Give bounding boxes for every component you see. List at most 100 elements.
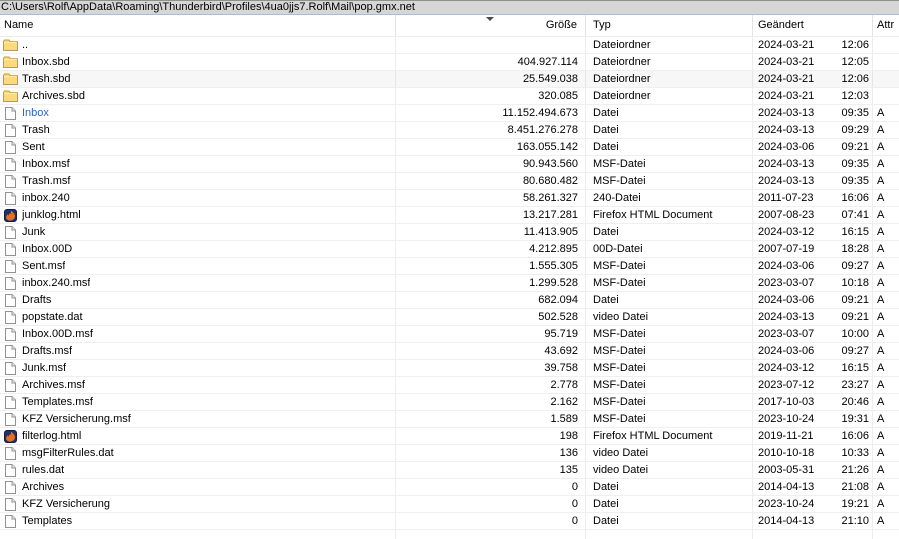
folder-icon bbox=[2, 39, 18, 51]
file-icon bbox=[4, 293, 16, 307]
file-name-cell: Templates.msf bbox=[0, 394, 396, 410]
file-row[interactable]: Drafts 682.094 Datei 2024-03-06 09:21 A bbox=[0, 292, 899, 309]
file-name-label: Drafts bbox=[22, 294, 52, 306]
file-modified-date: 2024-03-13 bbox=[758, 124, 815, 136]
file-modified-cell: 2007-07-19 18:28 bbox=[753, 241, 873, 257]
file-row[interactable]: Archives.msf 2.778 MSF-Datei 2023-07-12 … bbox=[0, 377, 899, 394]
file-name-cell: Inbox.sbd bbox=[0, 54, 396, 70]
column-header-name[interactable]: Name bbox=[0, 15, 396, 36]
file-icon bbox=[4, 327, 16, 341]
file-attr-cell bbox=[873, 54, 899, 70]
file-row[interactable]: Junk.msf 39.758 MSF-Datei 2024-03-12 16:… bbox=[0, 360, 899, 377]
file-row[interactable]: rules.dat 135 video Datei 2003-05-31 21:… bbox=[0, 462, 899, 479]
file-row[interactable]: Junk 11.413.905 Datei 2024-03-12 16:15 A bbox=[0, 224, 899, 241]
file-type-cell: Datei bbox=[593, 141, 619, 153]
file-modified-date: 2024-03-13 bbox=[758, 175, 815, 187]
file-modified-time: 10:33 bbox=[841, 447, 869, 459]
file-type-cell: Firefox HTML Document bbox=[593, 430, 713, 442]
file-modified-time: 16:06 bbox=[841, 192, 869, 204]
file-modified-date: 2023-10-24 bbox=[758, 413, 815, 425]
column-header-modified[interactable]: Geändert bbox=[753, 15, 873, 36]
file-size-cell: 25.549.038 bbox=[522, 73, 578, 85]
file-name-cell: Trash bbox=[0, 122, 396, 138]
file-modified-time: 16:15 bbox=[841, 226, 869, 238]
file-row[interactable]: Archives.sbd 320.085 Dateiordner 2024-03… bbox=[0, 88, 899, 105]
file-modified-date: 2024-03-06 bbox=[758, 141, 815, 153]
file-name-label: .. bbox=[22, 39, 29, 51]
file-row[interactable]: Inbox.sbd 404.927.114 Dateiordner 2024-0… bbox=[0, 54, 899, 71]
file-row[interactable]: filterlog.html 198 Firefox HTML Document… bbox=[0, 428, 899, 445]
file-modified-time: 19:31 bbox=[841, 413, 869, 425]
file-row[interactable]: Inbox 11.152.494.673 Datei 2024-03-13 09… bbox=[0, 105, 899, 122]
file-name-label: Templates.msf bbox=[22, 396, 93, 408]
file-row[interactable]: Inbox.00D.msf 95.719 MSF-Datei 2023-03-0… bbox=[0, 326, 899, 343]
file-attr-cell bbox=[873, 37, 899, 53]
file-size-cell: 8.451.276.278 bbox=[507, 124, 578, 136]
file-name-cell: popstate.dat bbox=[0, 309, 396, 325]
file-row[interactable]: Inbox.00D 4.212.895 00D-Datei 2007-07-19… bbox=[0, 241, 899, 258]
file-row[interactable]: Archives 0 Datei 2014-04-13 21:08 A bbox=[0, 479, 899, 496]
file-name-cell: Trash.msf bbox=[0, 173, 396, 189]
file-row[interactable]: Trash 8.451.276.278 Datei 2024-03-13 09:… bbox=[0, 122, 899, 139]
file-attr-cell: A bbox=[877, 311, 885, 323]
file-row[interactable]: Sent.msf 1.555.305 MSF-Datei 2024-03-06 … bbox=[0, 258, 899, 275]
file-modified-cell: 2024-03-13 09:29 bbox=[753, 122, 873, 138]
file-row[interactable]: Trash.msf 80.680.482 MSF-Datei 2024-03-1… bbox=[0, 173, 899, 190]
file-row[interactable]: Templates 0 Datei 2014-04-13 21:10 A bbox=[0, 513, 899, 530]
file-row[interactable]: junklog.html 13.217.281 Firefox HTML Doc… bbox=[0, 207, 899, 224]
file-row[interactable]: KFZ Versicherung.msf 1.589 MSF-Datei 202… bbox=[0, 411, 899, 428]
file-row[interactable]: Trash.sbd 25.549.038 Dateiordner 2024-03… bbox=[0, 71, 899, 88]
file-row[interactable]: .. Dateiordner 2024-03-21 12:06 bbox=[0, 37, 899, 54]
file-name-cell: KFZ Versicherung bbox=[0, 496, 396, 512]
file-size-cell: 80.680.482 bbox=[522, 175, 578, 187]
file-size-cell: 11.413.905 bbox=[523, 226, 578, 238]
current-path: C:\Users\Rolf\AppData\Roaming\Thunderbir… bbox=[1, 1, 415, 13]
file-icon bbox=[4, 412, 16, 426]
file-row[interactable]: Inbox.msf 90.943.560 MSF-Datei 2024-03-1… bbox=[0, 156, 899, 173]
file-row[interactable]: inbox.240.msf 1.299.528 MSF-Datei 2023-0… bbox=[0, 275, 899, 292]
file-size-cell: 1.589 bbox=[550, 413, 578, 425]
file-name-label: Trash.sbd bbox=[22, 73, 71, 85]
file-type-cell: Dateiordner bbox=[593, 56, 651, 68]
file-name-label: filterlog.html bbox=[22, 430, 82, 442]
file-name-label: popstate.dat bbox=[22, 311, 83, 323]
file-name-cell: inbox.240 bbox=[0, 190, 396, 206]
file-row[interactable]: inbox.240 58.261.327 240-Datei 2011-07-2… bbox=[0, 190, 899, 207]
file-size-cell: 198 bbox=[559, 430, 578, 442]
file-row[interactable]: popstate.dat 502.528 video Datei 2024-03… bbox=[0, 309, 899, 326]
file-type-cell: Datei bbox=[593, 515, 619, 527]
file-modified-cell: 2024-03-06 09:27 bbox=[753, 258, 873, 274]
file-icon bbox=[4, 310, 16, 324]
file-row[interactable]: msgFilterRules.dat 136 video Datei 2010-… bbox=[0, 445, 899, 462]
file-row[interactable]: Sent 163.055.142 Datei 2024-03-06 09:21 … bbox=[0, 139, 899, 156]
file-name-label: Inbox.msf bbox=[22, 158, 70, 170]
file-row[interactable]: Drafts.msf 43.692 MSF-Datei 2024-03-06 0… bbox=[0, 343, 899, 360]
file-modified-cell: 2024-03-13 09:35 bbox=[753, 173, 873, 189]
file-size-cell: 2.162 bbox=[550, 396, 578, 408]
file-icon bbox=[4, 123, 16, 137]
file-row[interactable]: Templates.msf 2.162 MSF-Datei 2017-10-03… bbox=[0, 394, 899, 411]
address-bar[interactable]: C:\Users\Rolf\AppData\Roaming\Thunderbir… bbox=[0, 0, 899, 15]
file-size-cell: 43.692 bbox=[544, 345, 578, 357]
file-type-cell: MSF-Datei bbox=[593, 158, 646, 170]
file-type-cell: Firefox HTML Document bbox=[593, 209, 713, 221]
file-modified-date: 2023-07-12 bbox=[758, 379, 815, 391]
column-header-attr[interactable]: Attr bbox=[873, 15, 899, 36]
file-modified-cell: 2024-03-06 09:21 bbox=[753, 292, 873, 308]
file-modified-time: 16:15 bbox=[841, 362, 869, 374]
file-size-cell: 2.778 bbox=[550, 379, 578, 391]
file-modified-cell: 2024-03-21 12:03 bbox=[753, 88, 873, 104]
file-modified-date: 2024-03-12 bbox=[758, 362, 815, 374]
file-modified-cell: 2024-03-12 16:15 bbox=[753, 224, 873, 240]
file-attr-cell: A bbox=[877, 294, 885, 306]
firefox-icon bbox=[3, 429, 17, 443]
file-row[interactable]: KFZ Versicherung 0 Datei 2023-10-24 19:2… bbox=[0, 496, 899, 513]
column-header-type[interactable]: Typ bbox=[586, 15, 753, 36]
file-icon bbox=[4, 259, 16, 273]
file-attr-cell: A bbox=[877, 481, 885, 493]
file-size-cell: 0 bbox=[571, 498, 578, 510]
file-attr-cell: A bbox=[877, 124, 885, 136]
file-modified-date: 2011-07-23 bbox=[758, 192, 814, 204]
file-modified-date: 2024-03-21 bbox=[758, 90, 815, 102]
file-size-cell: 320.085 bbox=[538, 90, 578, 102]
